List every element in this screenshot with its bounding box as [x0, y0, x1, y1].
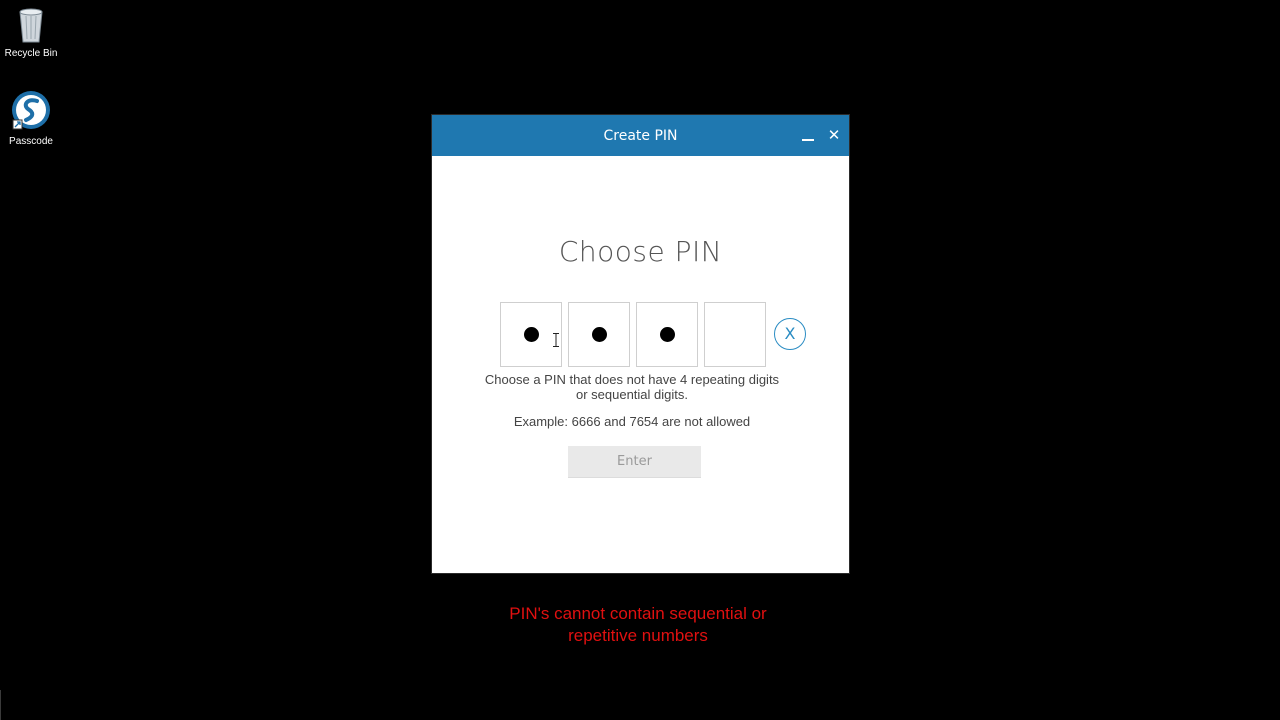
enter-button[interactable]: Enter	[568, 446, 701, 478]
pin-digit-field-2[interactable]	[568, 302, 630, 367]
pin-example-text: Example: 6666 and 7654 are not allowed	[513, 414, 751, 429]
pin-digit-field-3[interactable]	[636, 302, 698, 367]
hint-line-1: Choose a PIN that does not have 4 repeat…	[484, 372, 780, 387]
hint-line-2: or sequential digits.	[575, 387, 688, 402]
desktop: Recycle Bin Passcode Create PIN ✕ Choose…	[0, 0, 1280, 720]
desktop-icon-recycle-bin[interactable]: Recycle Bin	[0, 2, 62, 59]
clear-pin-button[interactable]: X	[774, 318, 806, 350]
pin-rules-hint: Choose a PIN that does not have 4 repeat…	[432, 372, 832, 402]
window-titlebar[interactable]: Create PIN ✕	[432, 115, 849, 156]
text-cursor-icon	[553, 333, 559, 347]
close-icon: ✕	[827, 127, 841, 144]
recycle-bin-icon	[19, 8, 43, 43]
pin-dot	[524, 327, 539, 342]
window-title: Create PIN	[603, 128, 678, 144]
desktop-icon-label: Recycle Bin	[4, 48, 58, 59]
minimize-icon	[802, 139, 814, 142]
minimize-button[interactable]	[795, 115, 821, 156]
create-pin-window: Create PIN ✕ Choose PIN X Choose a PIN t…	[432, 115, 849, 573]
pin-dot	[592, 327, 607, 342]
pin-digit-field-4[interactable]	[704, 302, 766, 367]
pin-dot	[660, 327, 675, 342]
desktop-icon-passcode[interactable]: Passcode	[0, 90, 62, 147]
desktop-icon-label: Passcode	[9, 136, 53, 147]
page-title: Choose PIN	[558, 235, 723, 268]
screen-edge-divider	[0, 690, 1, 720]
passcode-app-icon	[12, 91, 50, 130]
caption-line-1: PIN's cannot contain sequential or	[509, 604, 767, 623]
close-button[interactable]: ✕	[821, 115, 847, 156]
caption-line-2: repetitive numbers	[568, 626, 708, 645]
caption-text: PIN's cannot contain sequential or repet…	[438, 603, 838, 647]
